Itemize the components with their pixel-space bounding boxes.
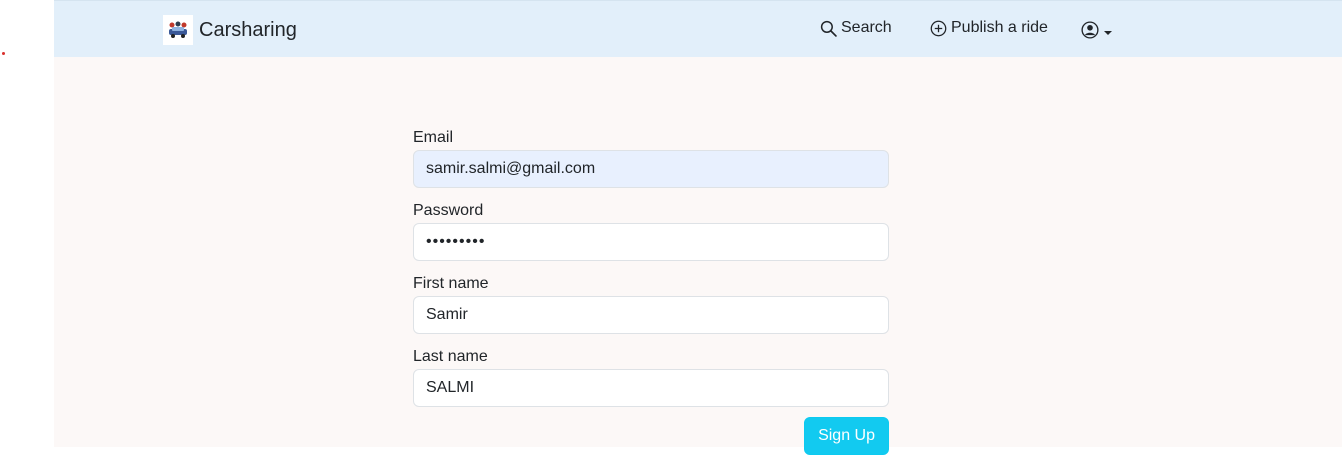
first-name-field-group: First name — [413, 273, 889, 334]
email-label: Email — [413, 129, 454, 146]
email-field-group: Email — [413, 127, 889, 188]
password-field[interactable] — [413, 223, 889, 261]
signup-form: Email Password First name Last name Sign… — [413, 127, 889, 457]
nav-search-label: Search — [841, 19, 892, 36]
submit-row: Sign Up — [413, 417, 889, 457]
brand-name: Carsharing — [199, 19, 297, 41]
search-icon — [820, 20, 837, 37]
car-logo-icon — [163, 15, 193, 45]
last-name-label: Last name — [413, 348, 488, 365]
last-name-field-group: Last name — [413, 346, 889, 407]
brand-link[interactable]: Carsharing — [163, 15, 297, 45]
left-gutter — [0, 0, 54, 447]
first-name-field[interactable] — [413, 296, 889, 334]
last-name-field[interactable] — [413, 369, 889, 407]
password-label: Password — [413, 202, 484, 219]
email-field[interactable] — [413, 150, 889, 188]
first-name-label: First name — [413, 275, 489, 292]
user-menu-toggle[interactable] — [1081, 21, 1112, 44]
caret-down-icon — [1104, 30, 1112, 35]
app-page: Carsharing Search Publish a ride Email s… — [54, 0, 1342, 455]
nav-publish-link[interactable]: Publish a ride — [930, 19, 1048, 37]
plus-circle-icon — [930, 20, 947, 37]
nav-search-link[interactable]: Search — [820, 19, 892, 37]
user-circle-icon — [1081, 21, 1099, 44]
navbar: Carsharing Search Publish a ride — [54, 0, 1342, 57]
password-field-group: Password — [413, 200, 889, 261]
nav-publish-label: Publish a ride — [951, 19, 1048, 36]
sign-up-button[interactable]: Sign Up — [804, 417, 889, 455]
marker-dot — [2, 52, 5, 55]
